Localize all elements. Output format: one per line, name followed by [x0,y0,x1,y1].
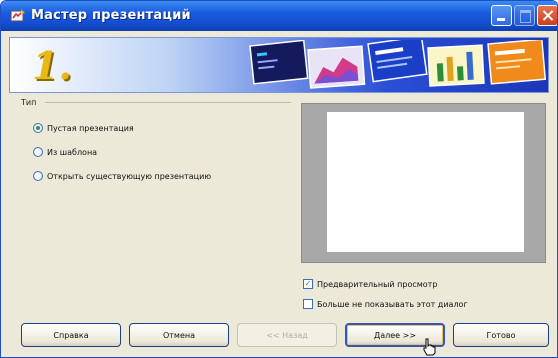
radio-unselected-icon[interactable] [33,147,43,157]
title-bar[interactable]: Мастер презентаций [1,1,557,31]
radio-unselected-icon[interactable] [33,171,43,181]
window-title: Мастер презентаций [31,8,191,23]
checkbox-label: Больше не показывать этот диалог [317,299,468,309]
preview-page [327,112,524,252]
checkbox-unchecked-icon[interactable] [303,299,313,309]
radio-label: Пустая презентация [47,123,134,133]
radio-empty-presentation[interactable]: Пустая презентация [33,121,134,135]
done-button[interactable]: Готово [453,323,549,347]
step-number: 1. [32,43,72,88]
presentation-wizard-window: Мастер презентаций 1. Тип Пустая презент… [0,0,558,358]
radio-from-template[interactable]: Из шаблона [33,145,97,159]
back-button: << Назад [237,323,337,347]
radio-label: Открыть существующую презентацию [47,171,212,181]
slide-dark-blue-icon [249,40,309,85]
slide-thumbnails-strip [249,40,547,89]
wizard-banner: 1. [9,37,549,93]
cancel-button[interactable]: Отмена [129,323,229,347]
radio-open-existing[interactable]: Открыть существующую презентацию [33,169,211,183]
checkbox-preview[interactable]: ✓ Предварительный просмотр [303,277,437,291]
checkbox-label: Предварительный просмотр [317,279,438,289]
slide-orange-icon [487,40,547,85]
type-group-label: Тип [21,98,37,107]
slide-area-chart-icon [307,45,366,89]
checkbox-dont-show-again[interactable]: Больше не показывать этот диалог [303,297,468,311]
type-group-divider [45,102,291,103]
minimize-button[interactable] [491,5,512,26]
radio-selected-icon[interactable] [33,123,43,133]
checkbox-checked-icon[interactable]: ✓ [303,279,313,289]
radio-label: Из шаблона [47,147,98,157]
maximize-button [514,5,535,26]
slide-bar-chart-icon [427,44,485,87]
help-button[interactable]: Справка [21,323,121,347]
hand-cursor-icon [423,338,436,356]
close-button[interactable] [537,5,557,26]
slide-blue-text-icon [367,40,428,83]
impress-app-icon [10,9,25,22]
